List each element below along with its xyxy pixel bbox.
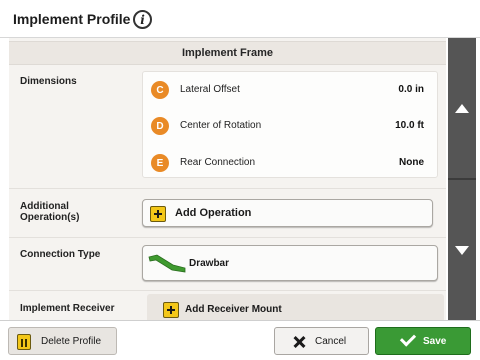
dimension-row-center-of-rotation[interactable]: D Center of Rotation 10.0 ft [143, 115, 437, 137]
connection-type-button[interactable]: Drawbar [142, 245, 438, 281]
scroll-up-button[interactable] [448, 38, 476, 178]
save-label: Save [423, 336, 447, 347]
arrow-down-icon [455, 246, 469, 255]
cancel-label: Cancel [315, 336, 347, 347]
dimension-value: None [399, 157, 424, 168]
content-panel: Implement Frame Dimensions C Lateral Off… [9, 38, 446, 320]
check-icon [399, 330, 417, 347]
drawbar-icon [148, 254, 186, 273]
connection-type-value: Drawbar [189, 258, 230, 269]
connection-type-label: Connection Type [20, 249, 101, 260]
cancel-button[interactable]: Cancel [274, 327, 369, 355]
plus-icon [150, 206, 166, 222]
dimensions-label: Dimensions [20, 76, 77, 87]
info-button[interactable]: i [133, 10, 152, 29]
dimension-value: 0.0 in [398, 84, 424, 95]
badge-c: C [151, 81, 169, 99]
delete-profile-button[interactable]: Delete Profile [8, 327, 117, 355]
dimensions-card: C Lateral Offset 0.0 in D Center of Rota… [142, 71, 438, 178]
dimension-value: 10.0 ft [395, 120, 424, 131]
divider [9, 290, 446, 291]
scrollbar[interactable] [448, 38, 476, 320]
dimension-row-lateral-offset[interactable]: C Lateral Offset 0.0 in [143, 79, 437, 101]
badge-e: E [151, 154, 169, 172]
divider [9, 237, 446, 238]
additional-operations-label: Additional Operation(s) [20, 201, 80, 223]
dimension-label: Rear Connection [180, 157, 256, 168]
trash-icon [17, 334, 31, 350]
plus-icon [163, 302, 179, 318]
header-bar: Implement Profile i [0, 0, 480, 38]
badge-d: D [151, 117, 169, 135]
delete-profile-label: Delete Profile [41, 336, 102, 347]
dimension-row-rear-connection[interactable]: E Rear Connection None [143, 152, 437, 174]
implement-receiver-label: Implement Receiver [20, 303, 115, 314]
dimension-label: Lateral Offset [180, 84, 240, 95]
add-operation-label: Add Operation [175, 207, 252, 219]
add-receiver-mount-button[interactable]: Add Receiver Mount [147, 294, 444, 320]
save-button[interactable]: Save [375, 327, 471, 355]
add-operation-button[interactable]: Add Operation [142, 199, 433, 227]
close-icon [293, 336, 305, 348]
scroll-down-button[interactable] [448, 180, 476, 320]
arrow-up-icon [455, 104, 469, 113]
section-header: Implement Frame [9, 41, 446, 65]
info-icon: i [140, 12, 145, 27]
footer-bar: Delete Profile Cancel Save [0, 320, 480, 360]
page-title: Implement Profile [13, 11, 131, 27]
add-receiver-mount-label: Add Receiver Mount [185, 304, 282, 315]
dimension-label: Center of Rotation [180, 120, 262, 131]
divider [9, 188, 446, 189]
